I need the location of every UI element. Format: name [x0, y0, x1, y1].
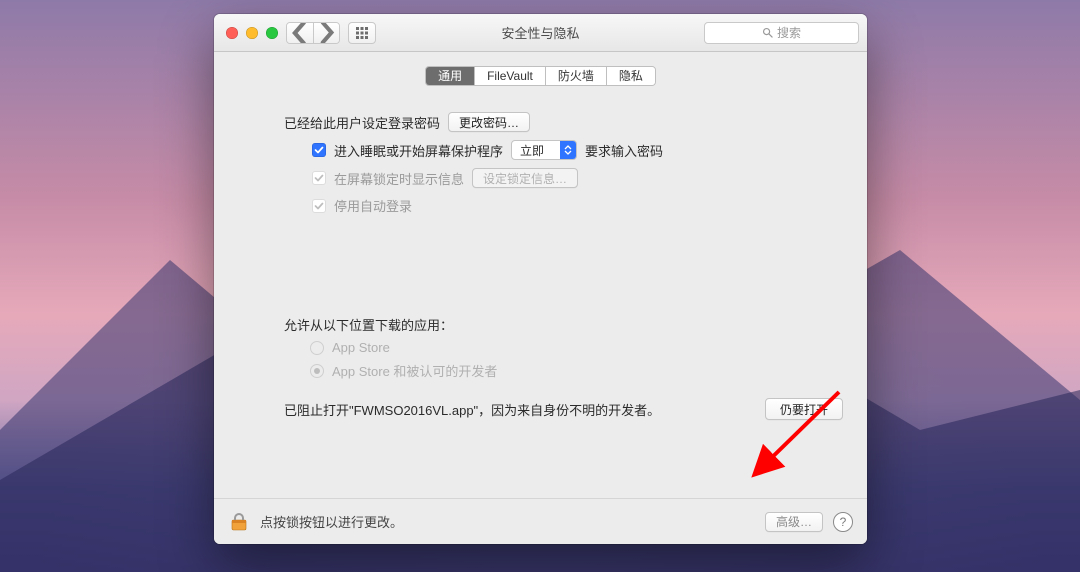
traffic-lights [226, 27, 278, 39]
maximize-button[interactable] [266, 27, 278, 39]
allow-apps-heading: 允许从以下位置下载的应用： [284, 315, 849, 334]
checkmark-icon [314, 145, 324, 155]
allow-appstore-label: App Store [332, 340, 390, 355]
blocked-app-message: 已阻止打开"FWMSO2016VL.app"，因为来自身份不明的开发者。 [284, 400, 660, 419]
advanced-button[interactable]: 高级… [765, 512, 823, 532]
checkmark-icon [314, 201, 324, 211]
set-lock-message-button: 设定锁定信息… [472, 168, 578, 188]
nav-back-forward [286, 22, 340, 44]
select-stepper-icon [560, 141, 576, 159]
select-value: 立即 [512, 142, 560, 159]
show-lock-message-label: 在屏幕锁定时显示信息 [334, 169, 464, 188]
tab-firewall[interactable]: 防火墙 [545, 67, 606, 85]
password-section: 已经给此用户设定登录密码 更改密码… 进入睡眠或开始屏幕保护程序 立即 [232, 112, 849, 215]
minimize-button[interactable] [246, 27, 258, 39]
require-password-label: 进入睡眠或开始屏幕保护程序 [334, 141, 503, 160]
allow-identified-label: App Store 和被认可的开发者 [332, 361, 497, 380]
titlebar: 安全性与隐私 搜索 [214, 14, 867, 52]
back-button[interactable] [287, 23, 313, 43]
change-password-button[interactable]: 更改密码… [448, 112, 530, 132]
disable-autologin-checkbox [312, 199, 326, 213]
search-placeholder: 搜索 [777, 24, 801, 41]
allow-appstore-radio [310, 341, 324, 355]
footer-bar: 点按锁按钮以进行更改。 高级… ? [214, 498, 867, 544]
lock-hint-label: 点按锁按钮以进行更改。 [260, 512, 403, 531]
close-button[interactable] [226, 27, 238, 39]
allow-apps-section: 允许从以下位置下载的应用： App Store App Store 和被认可的开… [284, 315, 849, 420]
forward-button[interactable] [313, 23, 339, 43]
desktop-background: 安全性与隐私 搜索 通用 FileVault 防火墙 隐私 已经给此用户设定登录… [0, 0, 1080, 572]
preferences-window: 安全性与隐私 搜索 通用 FileVault 防火墙 隐私 已经给此用户设定登录… [214, 14, 867, 544]
help-button[interactable]: ? [833, 512, 853, 532]
open-anyway-button[interactable]: 仍要打开 [765, 398, 843, 420]
allow-identified-radio [310, 364, 324, 378]
tabs: 通用 FileVault 防火墙 隐私 [425, 66, 656, 86]
show-lock-message-checkbox [312, 171, 326, 185]
search-icon [762, 27, 773, 38]
lock-icon [228, 511, 250, 533]
show-all-prefs-button[interactable] [348, 22, 376, 44]
tab-general[interactable]: 通用 [426, 67, 474, 85]
tab-privacy[interactable]: 隐私 [606, 67, 655, 85]
tab-filevault[interactable]: FileVault [474, 67, 545, 85]
password-set-label: 已经给此用户设定登录密码 [284, 113, 440, 132]
require-password-delay-select[interactable]: 立即 [511, 140, 577, 160]
require-password-checkbox[interactable] [312, 143, 326, 157]
disable-autologin-label: 停用自动登录 [334, 196, 412, 215]
lock-button[interactable] [228, 511, 250, 533]
window-body: 通用 FileVault 防火墙 隐私 已经给此用户设定登录密码 更改密码… 进… [214, 52, 867, 544]
require-password-suffix: 要求输入密码 [585, 141, 663, 160]
grid-icon [355, 26, 369, 40]
checkmark-icon [314, 173, 324, 183]
search-input[interactable]: 搜索 [704, 22, 859, 44]
